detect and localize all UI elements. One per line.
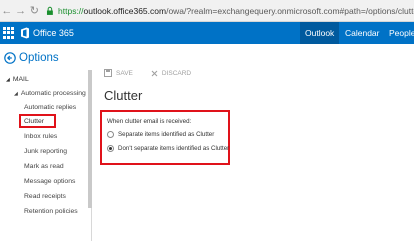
collapse-triangle-icon: ◢ (14, 91, 18, 97)
save-button[interactable]: SAVE (104, 69, 133, 77)
option-separate-clutter[interactable]: Separate items identified as Clutter (107, 131, 214, 138)
sidebar-item-inbox-rules[interactable]: Inbox rules (24, 133, 57, 140)
options-sidebar: ◢ MAIL ◢ Automatic processing Automatic re… (0, 70, 92, 241)
radio-separate-clutter[interactable] (107, 131, 114, 138)
close-icon (151, 70, 158, 76)
forward-arrow-icon[interactable]: → (14, 5, 28, 17)
back-circle-icon[interactable] (4, 52, 16, 64)
sidebar-section-mail[interactable]: ◢ MAIL (6, 76, 29, 83)
url-text[interactable]: https://outlook.office365.com/owa/?realm… (58, 6, 414, 16)
product-name: Office 365 (33, 28, 74, 38)
radio-dont-separate-clutter[interactable] (107, 145, 114, 152)
sidebar-group-automatic-processing[interactable]: ◢ Automatic processing (14, 90, 86, 97)
sidebar-item-message-options[interactable]: Message options (24, 178, 75, 185)
sidebar-item-read-receipts[interactable]: Read receipts (24, 193, 66, 200)
options-title: Options (4, 52, 59, 64)
reload-icon[interactable]: ↻ (27, 4, 41, 17)
page-title: Options (19, 52, 59, 64)
sidebar-scrollbar[interactable] (88, 70, 92, 208)
clutter-nav-highlight (19, 114, 56, 128)
app-launcher-icon[interactable] (2, 26, 16, 40)
sidebar-item-automatic-replies[interactable]: Automatic replies (24, 104, 76, 111)
sidebar-item-retention-policies[interactable]: Retention policies (24, 208, 78, 215)
lock-icon (47, 6, 54, 15)
save-icon (104, 69, 112, 77)
nav-people[interactable]: People (384, 22, 414, 44)
office365-header: Office 365 Outlook Calendar People (0, 22, 414, 44)
sidebar-item-junk-reporting[interactable]: Junk reporting (24, 148, 67, 155)
clutter-options-highlight: When clutter email is received: Separate… (100, 110, 230, 165)
collapse-triangle-icon: ◢ (6, 77, 10, 83)
nav-outlook[interactable]: Outlook (300, 22, 340, 44)
settings-toolbar: SAVE DISCARD (104, 69, 209, 77)
browser-address-bar: ← → ↻ https://outlook.office365.com/owa/… (0, 0, 414, 22)
sidebar-item-mark-as-read[interactable]: Mark as read (24, 163, 64, 170)
discard-button[interactable]: DISCARD (151, 70, 191, 77)
office-logo-icon (21, 27, 29, 39)
back-arrow-icon[interactable]: ← (0, 5, 14, 17)
nav-calendar[interactable]: Calendar (340, 22, 385, 44)
clutter-heading: Clutter (104, 88, 143, 103)
outlook-options-window: ← → ↻ https://outlook.office365.com/owa/… (0, 0, 414, 241)
office365-logo[interactable]: Office 365 (20, 26, 74, 40)
clutter-question: When clutter email is received: (107, 118, 192, 125)
option-dont-separate-clutter[interactable]: Don't separate items identified as Clutt… (107, 145, 229, 152)
